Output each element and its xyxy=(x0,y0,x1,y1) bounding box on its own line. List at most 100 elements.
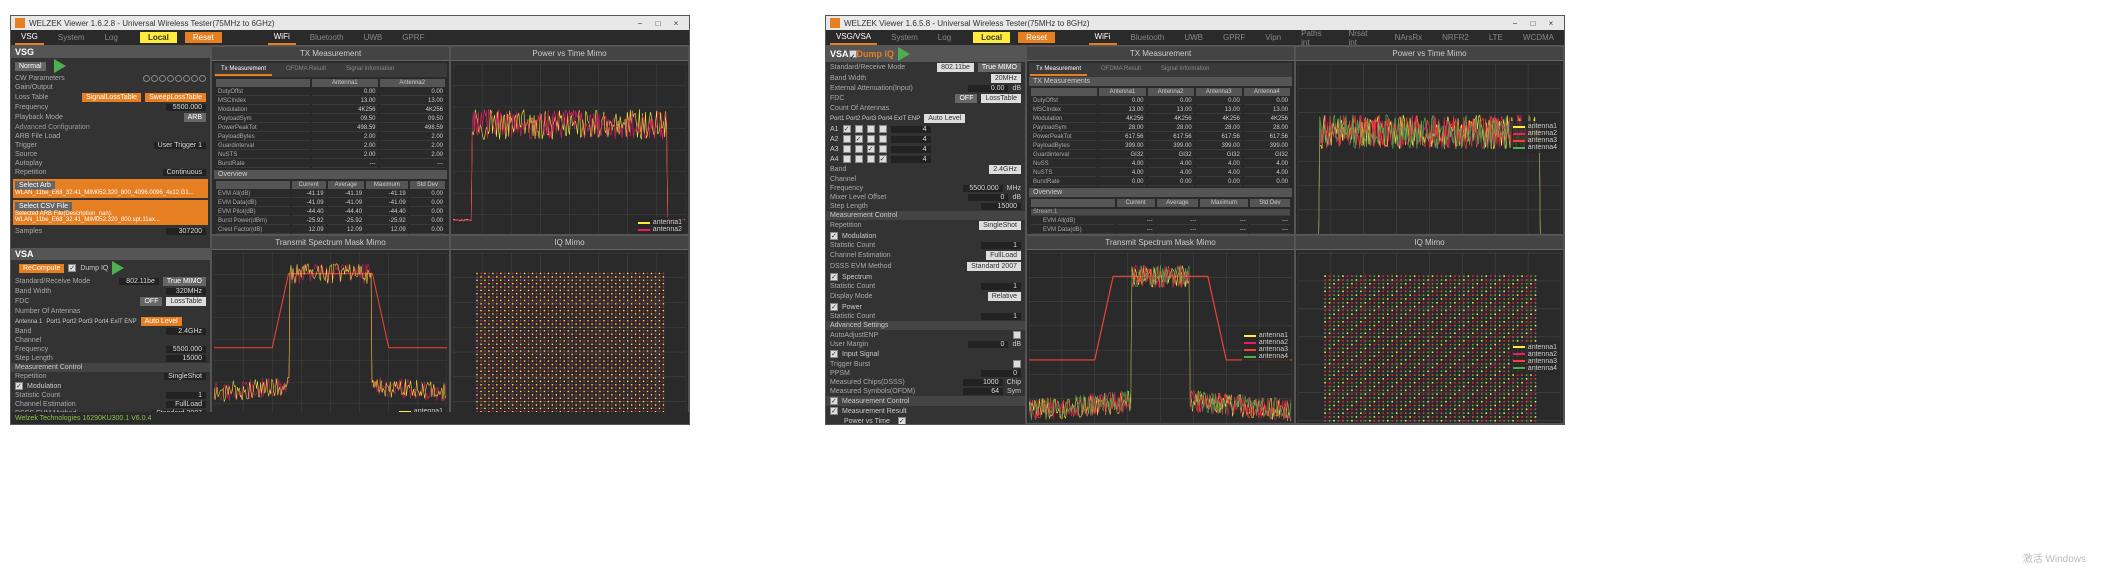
dump-iq-checkbox[interactable] xyxy=(68,264,76,272)
port-radio[interactable] xyxy=(191,75,198,82)
band-select[interactable]: 2.4GHz xyxy=(166,328,206,335)
srm-select[interactable]: 802.11be xyxy=(119,278,159,285)
step-input[interactable]: 15000 xyxy=(981,203,1021,210)
spec-cb[interactable] xyxy=(830,273,838,281)
mod-cb[interactable] xyxy=(830,232,838,240)
play-button[interactable] xyxy=(898,47,910,61)
ce-select[interactable]: FullLoad xyxy=(986,251,1021,260)
subtab[interactable]: Tx Measurement xyxy=(215,64,272,76)
bw-select[interactable]: 20MHz xyxy=(991,74,1021,83)
true-mimo-button[interactable]: True MIMO xyxy=(163,277,206,286)
tab-vsgvsa[interactable]: VSG/VSA xyxy=(830,30,877,45)
srm-select[interactable]: 802.11be xyxy=(937,63,974,72)
minimize-button[interactable]: − xyxy=(1506,19,1524,28)
subtab[interactable]: OFDMA Result xyxy=(1095,64,1147,76)
maximize-button[interactable]: □ xyxy=(649,19,667,28)
loss-table-button[interactable]: LossTable xyxy=(166,297,206,306)
a4-cb[interactable] xyxy=(879,155,887,163)
port-radio[interactable] xyxy=(167,75,174,82)
step-input[interactable]: 15000 xyxy=(166,355,206,362)
power-cb[interactable] xyxy=(830,303,838,311)
trigger-select[interactable]: User Trigger 1 xyxy=(154,142,206,149)
cell: 2.00 xyxy=(380,134,445,141)
normal-toggle[interactable]: Normal xyxy=(15,62,46,71)
proto-tab[interactable]: UWB xyxy=(358,31,389,44)
cell: 2.00 xyxy=(380,152,445,159)
proto-tab[interactable]: Vipn xyxy=(1259,31,1287,44)
tab-log[interactable]: Log xyxy=(99,31,124,44)
a3-cb[interactable] xyxy=(867,145,875,153)
port-radio[interactable] xyxy=(159,75,166,82)
repetition-select[interactable]: Continuous xyxy=(163,169,206,176)
play-button[interactable] xyxy=(54,59,66,73)
recompute-button[interactable]: ReCompute xyxy=(19,264,64,273)
proto-tab[interactable]: WCDMA xyxy=(1517,31,1560,44)
signal-loss-table-button[interactable]: SignalLossTable xyxy=(82,93,141,102)
modulation-checkbox[interactable] xyxy=(15,382,23,390)
freq-input[interactable]: 5500.000 xyxy=(963,185,1003,192)
proto-tab[interactable]: Bluetooth xyxy=(1125,31,1171,44)
local-button[interactable]: Local xyxy=(140,32,177,43)
a2-cb[interactable] xyxy=(855,135,863,143)
proto-tab-wifi[interactable]: WiFi xyxy=(1089,30,1117,45)
auto-adj-cb[interactable] xyxy=(1013,331,1021,339)
close-button[interactable]: × xyxy=(667,19,685,28)
dump-iq-checkbox[interactable] xyxy=(849,50,857,58)
ea-input[interactable]: 0.00 xyxy=(968,85,1008,92)
cell: 28.00 xyxy=(1244,125,1290,132)
port-radio[interactable] xyxy=(143,75,150,82)
freq-input[interactable]: 5500.000 xyxy=(166,346,206,353)
fdc-toggle[interactable]: OFF xyxy=(140,297,162,306)
subtab[interactable]: Signal Information xyxy=(1155,64,1215,76)
true-mimo-button[interactable]: True MIMO xyxy=(978,63,1021,72)
subtab[interactable]: Signal Information xyxy=(340,64,400,76)
reset-button[interactable]: Reset xyxy=(185,32,222,43)
dsss-select[interactable]: Standard 2007 xyxy=(967,262,1021,271)
maximize-button[interactable]: □ xyxy=(1524,19,1542,28)
tab-system[interactable]: System xyxy=(52,31,91,44)
proto-tab[interactable]: NRFR2 xyxy=(1436,31,1475,44)
select-arb-button[interactable]: Select Arb xyxy=(15,181,55,190)
proto-tab[interactable]: Bluetooth xyxy=(304,31,350,44)
proto-tab[interactable]: NArsRx xyxy=(1389,31,1429,44)
local-button[interactable]: Local xyxy=(973,32,1010,43)
sc-input[interactable]: 1 xyxy=(981,242,1021,249)
bw-select[interactable]: 320MHz xyxy=(166,288,206,295)
proto-tab-wifi[interactable]: WiFi xyxy=(268,30,296,45)
play-button[interactable] xyxy=(112,261,124,275)
tab-log[interactable]: Log xyxy=(932,31,957,44)
value[interactable]: 5500.000 xyxy=(166,104,206,111)
sweep-loss-table-button[interactable]: SweepLossTable xyxy=(145,93,206,102)
row-label: Guardinterval xyxy=(216,143,310,150)
close-button[interactable]: × xyxy=(1542,19,1560,28)
subtab[interactable]: Tx Measurement xyxy=(1030,64,1087,76)
select-csv-button[interactable]: Select CSV File xyxy=(15,202,72,211)
reset-button[interactable]: Reset xyxy=(1018,32,1055,43)
loss-table-button[interactable]: LossTable xyxy=(981,94,1021,103)
mixer-input[interactable]: 0 xyxy=(968,194,1008,201)
port-radio[interactable] xyxy=(199,75,206,82)
arb-button[interactable]: ARB xyxy=(184,113,206,122)
port-radio[interactable] xyxy=(175,75,182,82)
tab-vsg[interactable]: VSG xyxy=(15,30,44,45)
tab-system[interactable]: System xyxy=(885,31,924,44)
rep-select[interactable]: SingleShot xyxy=(979,221,1021,230)
port-radio[interactable] xyxy=(183,75,190,82)
minimize-button[interactable]: − xyxy=(631,19,649,28)
subtab[interactable]: OFDMA Result xyxy=(280,64,332,76)
proto-tab[interactable]: UWB xyxy=(1178,31,1209,44)
sc-input[interactable]: 1 xyxy=(166,392,206,399)
auto-level-button[interactable]: Auto Level xyxy=(924,114,965,123)
auto-level-button[interactable]: Auto Level xyxy=(141,317,182,326)
band-select[interactable]: 2.4GHz xyxy=(989,165,1021,174)
proto-tab[interactable]: LTE xyxy=(1483,31,1509,44)
port-radio[interactable] xyxy=(151,75,158,82)
dm-select[interactable]: Relative xyxy=(988,292,1021,301)
fdc-toggle[interactable]: OFF xyxy=(955,94,977,103)
proto-tab[interactable]: GPRF xyxy=(396,31,430,44)
result-checkbox[interactable] xyxy=(898,417,906,424)
ce-select[interactable]: FullLoad xyxy=(166,401,206,408)
rep-select[interactable]: SingleShot xyxy=(164,373,206,380)
a1-cb[interactable] xyxy=(843,125,851,133)
proto-tab[interactable]: GPRF xyxy=(1217,31,1251,44)
